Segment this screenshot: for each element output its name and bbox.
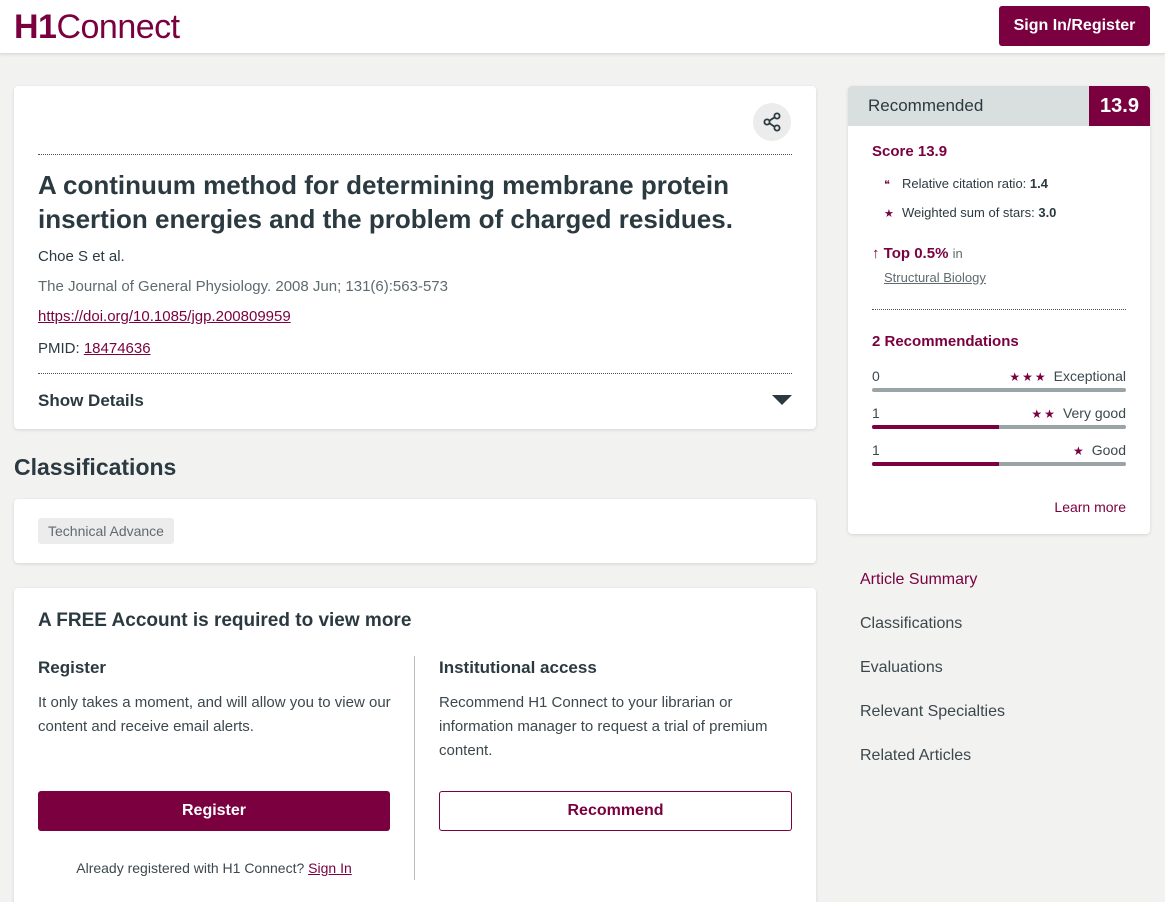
quote-icon: ❝: [884, 179, 890, 191]
weighted-stars: ★ Weighted sum of stars: 3.0: [884, 205, 1057, 220]
pmid-link[interactable]: 18474636: [84, 340, 151, 357]
register-heading: Register: [38, 658, 107, 677]
score-text: Score 13.9: [872, 143, 948, 160]
pmid-row: PMID: 18474636: [38, 340, 151, 357]
article-title: A continuum method for determining membr…: [38, 170, 733, 234]
article-authors: Choe S et al.: [38, 248, 125, 265]
doi-link[interactable]: https://doi.org/10.1085/jgp.200809959: [38, 308, 291, 325]
top-bar: H1Connect Sign In/Register: [0, 0, 1165, 54]
classifications-heading: Classifications: [14, 454, 177, 480]
specialty-link[interactable]: Structural Biology: [884, 270, 986, 285]
rating-row-very-good: 1 ★★ Very good: [872, 405, 1126, 433]
rating-bar: [872, 425, 1126, 429]
sign-in-link[interactable]: Sign In: [308, 860, 352, 876]
already-registered-text: Already registered with H1 Connect? Sign…: [76, 860, 352, 876]
nav-relevant-specialties[interactable]: Relevant Specialties: [860, 703, 1005, 721]
arrow-up-icon: ↑: [872, 245, 880, 262]
nav-evaluations[interactable]: Evaluations: [860, 659, 943, 677]
classifications-card: Technical Advance: [14, 499, 816, 563]
pmid-label: PMID:: [38, 340, 80, 357]
learn-more-link[interactable]: Learn more: [1054, 499, 1126, 515]
classification-tag[interactable]: Technical Advance: [38, 518, 174, 544]
institutional-heading: Institutional access: [439, 658, 597, 677]
vertical-divider: [414, 656, 415, 880]
share-icon: [763, 112, 781, 132]
recommendations-count: 2 Recommendations: [872, 333, 1019, 350]
divider: [872, 309, 1126, 310]
h1-connect-logo[interactable]: H1Connect: [14, 8, 180, 47]
article-journal: The Journal of General Physiology. 2008 …: [38, 278, 448, 295]
recommended-card: Recommended 13.9 Score 13.9 ❝ Relative ci…: [848, 86, 1150, 534]
rating-bar: [872, 462, 1126, 466]
account-heading: A FREE Account is required to view more: [38, 610, 412, 631]
divider: [38, 154, 792, 155]
sign-in-register-button[interactable]: Sign In/Register: [999, 6, 1150, 46]
recommended-header: Recommended 13.9: [848, 86, 1150, 126]
article-card: A continuum method for determining membr…: [14, 86, 816, 429]
share-button[interactable]: [753, 103, 791, 141]
score-badge: 13.9: [1089, 86, 1150, 126]
nav-article-summary[interactable]: Article Summary: [860, 571, 977, 589]
divider: [38, 373, 792, 374]
rating-bar: [872, 388, 1126, 392]
one-star-icon: ★: [1072, 444, 1086, 458]
two-star-icon: ★★: [1031, 407, 1057, 421]
recommend-button[interactable]: Recommend: [439, 791, 792, 831]
register-button[interactable]: Register: [38, 791, 390, 831]
top-percentile: ↑ Top 0.5% in: [872, 245, 963, 262]
rating-row-exceptional: 0 ★★★ Exceptional: [872, 368, 1126, 396]
three-star-icon: ★★★: [1009, 370, 1048, 384]
register-text: It only takes a moment, and will allow y…: [38, 694, 391, 735]
institutional-text: Recommend H1 Connect to your librarian o…: [439, 694, 768, 759]
star-icon: ★: [884, 208, 894, 220]
nav-classifications[interactable]: Classifications: [860, 615, 962, 633]
rating-row-good: 1 ★ Good: [872, 442, 1126, 470]
free-account-card: A FREE Account is required to view more …: [14, 588, 816, 902]
caret-down-icon[interactable]: [772, 395, 792, 405]
show-details-toggle[interactable]: Show Details: [38, 391, 144, 411]
citation-ratio: ❝ Relative citation ratio: 1.4: [884, 176, 1048, 191]
nav-related-articles[interactable]: Related Articles: [860, 747, 971, 765]
recommended-label: Recommended: [868, 96, 984, 115]
